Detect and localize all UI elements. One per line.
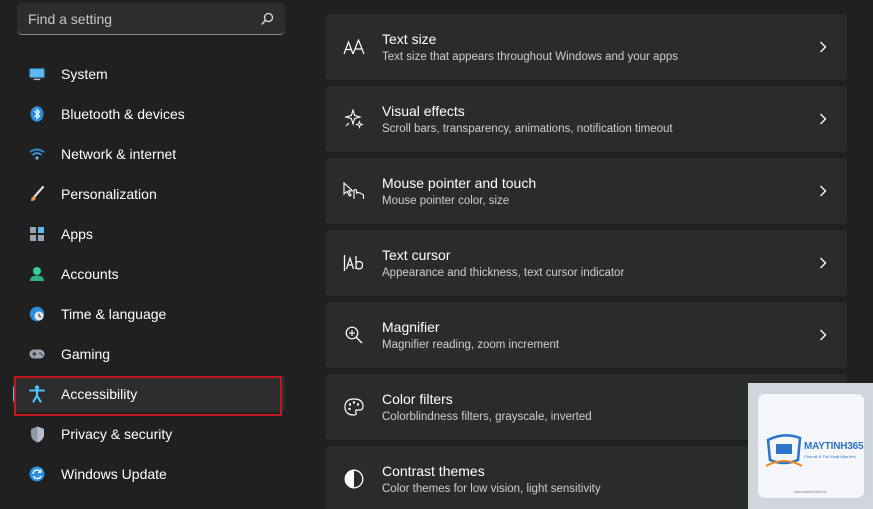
sidebar-nav: System Bluetooth & devices Network & int…: [13, 56, 285, 496]
magnifier-icon: [326, 302, 382, 368]
card-text: Text cursor Appearance and thickness, te…: [382, 246, 799, 281]
watermark-card: MAYTINH365 Chia sẻ & Thủ thuật Máy tính …: [757, 393, 865, 499]
sidebar-item-label: Bluetooth & devices: [61, 106, 185, 122]
text-size-icon: [326, 14, 382, 80]
sidebar-item-windows-update[interactable]: Windows Update: [13, 456, 285, 492]
card-title: Mouse pointer and touch: [382, 174, 537, 191]
card-visual-effects[interactable]: Visual effects Scroll bars, transparency…: [326, 86, 847, 152]
sidebar-item-privacy-security[interactable]: Privacy & security: [13, 416, 285, 452]
search-input[interactable]: [28, 10, 259, 27]
palette-icon: [326, 374, 382, 440]
person-icon: [29, 266, 45, 282]
card-subtitle: Scroll bars, transparency, animations, n…: [382, 122, 673, 135]
search-box[interactable]: [17, 3, 285, 35]
sidebar-item-label: Apps: [61, 226, 93, 242]
sidebar-item-label: Accounts: [61, 266, 119, 282]
search-icon[interactable]: [259, 11, 275, 27]
watermark: MAYTINH365 Chia sẻ & Thủ thuật Máy tính …: [748, 383, 873, 509]
sidebar-item-accounts[interactable]: Accounts: [13, 256, 285, 292]
chevron-right-icon: [799, 113, 847, 125]
sidebar-item-label: Windows Update: [61, 466, 167, 482]
sidebar-item-gaming[interactable]: Gaming: [13, 336, 285, 372]
card-text-cursor[interactable]: Text cursor Appearance and thickness, te…: [326, 230, 847, 296]
chevron-right-icon: [799, 41, 847, 53]
card-text: Text size Text size that appears through…: [382, 30, 799, 65]
accessibility-icon: [29, 385, 45, 403]
sidebar-item-label: System: [61, 66, 108, 82]
pointer-touch-icon: [326, 158, 382, 224]
sidebar-item-label: Accessibility: [61, 386, 138, 402]
gamepad-icon: [29, 346, 45, 362]
card-text: Visual effects Scroll bars, transparency…: [382, 102, 799, 137]
card-text: Color filters Colorblindness filters, gr…: [382, 390, 799, 425]
globe-clock-icon: [29, 306, 45, 322]
card-text: Contrast themes Color themes for low vis…: [382, 462, 799, 497]
text-cursor-icon: [326, 230, 382, 296]
card-magnifier[interactable]: Magnifier Magnifier reading, zoom increm…: [326, 302, 847, 368]
card-mouse-pointer-touch[interactable]: Mouse pointer and touch Mouse pointer co…: [326, 158, 847, 224]
sidebar-item-apps[interactable]: Apps: [13, 216, 285, 252]
bluetooth-icon: [29, 106, 45, 122]
watermark-url: www.maytinh365.net: [794, 490, 827, 494]
sparkle-icon: [326, 86, 382, 152]
watermark-brand: MAYTINH365: [804, 441, 864, 452]
sidebar-item-time-language[interactable]: Time & language: [13, 296, 285, 332]
chevron-right-icon: [799, 257, 847, 269]
sidebar-item-network[interactable]: Network & internet: [13, 136, 285, 172]
sidebar-item-accessibility[interactable]: Accessibility: [13, 376, 285, 412]
card-title: Magnifier: [382, 318, 440, 335]
card-title: Visual effects: [382, 102, 465, 119]
update-icon: [29, 466, 45, 482]
apps-icon: [29, 226, 45, 242]
paintbrush-icon: [29, 186, 45, 202]
watermark-tagline: Chia sẻ & Thủ thuật Máy tính: [804, 454, 856, 459]
watermark-logo-icon: [764, 432, 804, 477]
sidebar: System Bluetooth & devices Network & int…: [0, 0, 300, 509]
card-subtitle: Magnifier reading, zoom increment: [382, 338, 560, 351]
card-title: Text cursor: [382, 246, 451, 263]
shield-icon: [29, 426, 45, 442]
monitor-icon: [29, 66, 45, 82]
sidebar-item-system[interactable]: System: [13, 56, 285, 92]
card-text: Magnifier Magnifier reading, zoom increm…: [382, 318, 799, 353]
card-text-size[interactable]: Text size Text size that appears through…: [326, 14, 847, 80]
sidebar-item-label: Personalization: [61, 186, 157, 202]
sidebar-item-label: Network & internet: [61, 146, 177, 162]
chevron-right-icon: [799, 185, 847, 197]
card-subtitle: Mouse pointer color, size: [382, 194, 510, 207]
wifi-icon: [29, 146, 45, 162]
card-title: Text size: [382, 30, 437, 47]
sidebar-item-label: Gaming: [61, 346, 111, 362]
sidebar-item-bluetooth[interactable]: Bluetooth & devices: [13, 96, 285, 132]
sidebar-item-personalization[interactable]: Personalization: [13, 176, 285, 212]
sidebar-item-label: Time & language: [61, 306, 167, 322]
contrast-icon: [326, 446, 382, 509]
card-subtitle: Text size that appears throughout Window…: [382, 50, 678, 63]
card-text: Mouse pointer and touch Mouse pointer co…: [382, 174, 799, 209]
card-subtitle: Colorblindness filters, grayscale, inver…: [382, 410, 592, 423]
card-title: Contrast themes: [382, 462, 485, 479]
card-title: Color filters: [382, 390, 453, 407]
card-subtitle: Color themes for low vision, light sensi…: [382, 482, 601, 495]
sidebar-item-label: Privacy & security: [61, 426, 173, 442]
card-subtitle: Appearance and thickness, text cursor in…: [382, 266, 625, 279]
chevron-right-icon: [799, 329, 847, 341]
